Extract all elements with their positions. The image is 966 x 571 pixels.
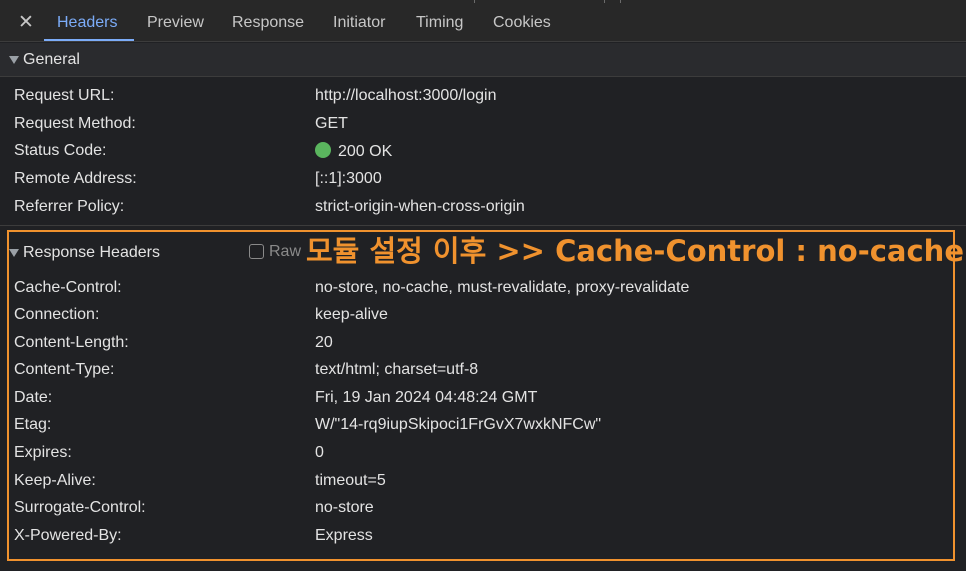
header-value: 0 — [315, 444, 324, 461]
general-row: Referrer Policy: strict-origin-when-cros… — [0, 198, 966, 224]
header-key: Request URL: — [14, 87, 115, 104]
header-value: keep-alive — [315, 306, 388, 323]
tab-initiator[interactable]: Initiator — [333, 0, 385, 41]
header-key: Surrogate-Control: — [14, 499, 146, 516]
response-header-row: Cache-Control: no-store, no-cache, must-… — [0, 279, 966, 305]
tab-preview[interactable]: Preview — [147, 0, 204, 41]
header-value: Express — [315, 527, 373, 544]
header-value: timeout=5 — [315, 472, 386, 489]
divider-tick — [620, 0, 621, 3]
raw-checkbox[interactable] — [249, 244, 264, 259]
general-row: Request Method: GET — [0, 115, 966, 141]
header-key: Connection: — [14, 306, 100, 323]
close-icon[interactable]: ✕ — [12, 9, 40, 35]
header-key: Request Method: — [14, 115, 136, 132]
header-value: 20 — [315, 334, 333, 351]
response-header-row: Etag: W/"14-rq9iupSkipoci1FrGvX7wxkNFCw" — [0, 416, 966, 442]
header-key: Referrer Policy: — [14, 198, 125, 215]
response-header-row: X-Powered-By: Express — [0, 527, 966, 553]
status-code-text: 200 OK — [338, 143, 393, 160]
header-value: no-store, no-cache, must-revalidate, pro… — [315, 279, 690, 296]
response-header-row: Connection: keep-alive — [0, 306, 966, 332]
response-header-row: Expires: 0 — [0, 444, 966, 470]
tab-cookies[interactable]: Cookies — [493, 0, 551, 41]
general-section-title: General — [23, 51, 80, 68]
header-key: Content-Type: — [14, 361, 115, 378]
status-ok-icon — [315, 142, 331, 158]
header-value: Fri, 19 Jan 2024 04:48:24 GMT — [315, 389, 538, 406]
header-value: W/"14-rq9iupSkipoci1FrGvX7wxkNFCw" — [315, 416, 602, 433]
general-row: Request URL: http://localhost:3000/login — [0, 87, 966, 113]
header-value: no-store — [315, 499, 374, 516]
response-header-row: Date: Fri, 19 Jan 2024 04:48:24 GMT — [0, 389, 966, 415]
response-header-row: Content-Length: 20 — [0, 334, 966, 360]
header-key: Status Code: — [14, 142, 107, 159]
tab-timing[interactable]: Timing — [416, 0, 463, 41]
response-header-row: Keep-Alive: timeout=5 — [0, 472, 966, 498]
divider-tick — [604, 0, 605, 3]
header-key: Cache-Control: — [14, 279, 122, 296]
tab-headers[interactable]: Headers — [57, 0, 117, 41]
header-value: [::1]:3000 — [315, 170, 382, 187]
tab-response[interactable]: Response — [232, 0, 304, 41]
response-headers-title: Response Headers — [23, 244, 160, 261]
divider-tick — [474, 0, 475, 3]
response-header-row: Surrogate-Control: no-store — [0, 499, 966, 525]
header-value: GET — [315, 115, 348, 132]
header-value: http://localhost:3000/login — [315, 87, 497, 104]
general-row: Remote Address: [::1]:3000 — [0, 170, 966, 196]
header-key: Content-Length: — [14, 334, 129, 351]
section-divider — [0, 225, 966, 226]
annotation-text: 모듈 설정 이후 >> Cache-Control : no-cache — [306, 234, 964, 268]
header-key: Expires: — [14, 444, 72, 461]
devtools-tab-bar: ✕ Headers Preview Response Initiator Tim… — [0, 0, 966, 42]
active-tab-indicator — [44, 39, 134, 41]
response-header-row: Content-Type: text/html; charset=utf-8 — [0, 361, 966, 387]
expand-triangle-icon[interactable] — [9, 249, 19, 257]
header-value: text/html; charset=utf-8 — [315, 361, 479, 378]
header-key: Remote Address: — [14, 170, 137, 187]
general-section-header[interactable]: General — [0, 43, 966, 77]
header-value: strict-origin-when-cross-origin — [315, 198, 525, 215]
expand-triangle-icon[interactable] — [9, 56, 19, 64]
header-key: Etag: — [14, 416, 52, 433]
header-key: Keep-Alive: — [14, 472, 96, 489]
status-code-value: 200 OK — [315, 142, 392, 161]
general-row: Status Code: 200 OK — [0, 142, 966, 168]
raw-label: Raw — [269, 243, 302, 260]
header-key: X-Powered-By: — [14, 527, 122, 544]
header-key: Date: — [14, 389, 53, 406]
